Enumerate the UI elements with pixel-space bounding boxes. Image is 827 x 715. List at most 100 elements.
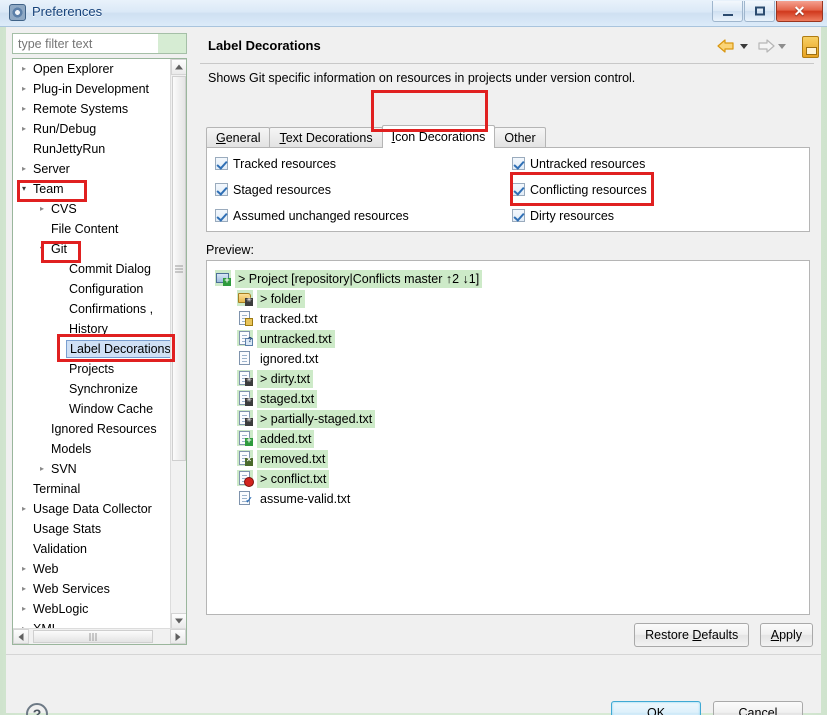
- tab-icon-decorations[interactable]: Icon Decorations: [381, 125, 496, 148]
- tree-item-server[interactable]: ▸ Server: [13, 159, 171, 179]
- checkbox-checked-icon[interactable]: [512, 209, 525, 222]
- tree-item-validation[interactable]: Validation: [13, 539, 171, 559]
- maximize-button[interactable]: [744, 1, 775, 22]
- tree-item-label: RunJettyRun: [33, 142, 106, 156]
- scroll-right-arrow-icon[interactable]: [170, 629, 186, 644]
- checkbox-checked-icon[interactable]: [512, 157, 525, 170]
- tree-item-history[interactable]: History: [13, 319, 171, 339]
- tree-item-label-decorations[interactable]: Label Decorations: [13, 339, 171, 359]
- checkbox-checked-icon[interactable]: [512, 183, 525, 196]
- preview-label: Preview:: [206, 243, 254, 257]
- chevron-right-icon[interactable]: ▸: [19, 79, 29, 99]
- window-title-bar: Preferences ✕: [0, 0, 827, 27]
- filter-clear-icon[interactable]: [158, 34, 186, 53]
- close-button[interactable]: ✕: [776, 1, 823, 22]
- checkbox-assumed-unchanged-resources[interactable]: Assumed unchanged resources: [215, 209, 409, 223]
- preview-row[interactable]: > Project [repository|Conflicts master ↑…: [207, 269, 809, 289]
- tree-item-projects[interactable]: Projects: [13, 359, 171, 379]
- chevron-right-icon[interactable]: ▸: [37, 459, 47, 479]
- checkbox-conflicting-resources[interactable]: Conflicting resources: [512, 183, 647, 197]
- preview-row[interactable]: tracked.txt: [207, 309, 809, 329]
- tree-item-usage-stats[interactable]: Usage Stats: [13, 519, 171, 539]
- tree-item-runjettyrun[interactable]: RunJettyRun: [13, 139, 171, 159]
- checkbox-untracked-resources[interactable]: Untracked resources: [512, 157, 645, 171]
- checkbox-staged-resources[interactable]: Staged resources: [215, 183, 331, 197]
- tree-item-terminal[interactable]: Terminal: [13, 479, 171, 499]
- scroll-left-arrow-icon[interactable]: [13, 629, 29, 644]
- tree-item-svn[interactable]: ▸ SVN: [13, 459, 171, 479]
- preview-row[interactable]: added.txt: [207, 429, 809, 449]
- preview-row[interactable]: assume-valid.txt: [207, 489, 809, 509]
- checkbox-tracked-resources[interactable]: Tracked resources: [215, 157, 336, 171]
- workbench-side-icon[interactable]: [802, 36, 819, 58]
- help-icon[interactable]: ?: [26, 703, 48, 715]
- tree-item-confirmations[interactable]: Confirmations ,: [13, 299, 171, 319]
- filter-box[interactable]: [12, 33, 187, 54]
- tab-text-decorations[interactable]: Text Decorations: [269, 127, 383, 147]
- chevron-right-icon[interactable]: ▸: [19, 579, 29, 599]
- preview-row[interactable]: ignored.txt: [207, 349, 809, 369]
- preferences-tree[interactable]: ▸ Open Explorer ▸ Plug-in Development ▸ Remot…: [12, 58, 187, 645]
- preview-row[interactable]: > conflict.txt: [207, 469, 809, 489]
- tree-item-web[interactable]: ▸ Web: [13, 559, 171, 579]
- tree-item-window-cache[interactable]: Window Cache: [13, 399, 171, 419]
- chevron-right-icon[interactable]: ▸: [37, 199, 47, 219]
- chevron-right-icon[interactable]: ▸: [19, 599, 29, 619]
- preview-row[interactable]: removed.txt: [207, 449, 809, 469]
- checkbox-dirty-resources[interactable]: Dirty resources: [512, 209, 614, 223]
- checkbox-checked-icon[interactable]: [215, 209, 228, 222]
- tree-item-usage-data-collector[interactable]: ▸ Usage Data Collector: [13, 499, 171, 519]
- preview-row[interactable]: staged.txt: [207, 389, 809, 409]
- restore-defaults-button[interactable]: Restore Defaults: [634, 623, 750, 647]
- tree-item-remote-systems[interactable]: ▸ Remote Systems: [13, 99, 171, 119]
- tree-item-weblogic[interactable]: ▸ WebLogic: [13, 599, 171, 619]
- chevron-right-icon[interactable]: ▸: [19, 59, 29, 79]
- chevron-right-icon[interactable]: ▸: [19, 559, 29, 579]
- minimize-button[interactable]: [712, 1, 743, 22]
- back-dropdown-caret-icon[interactable]: [740, 43, 748, 49]
- preview-tree[interactable]: > Project [repository|Conflicts master ↑…: [206, 260, 810, 615]
- preview-row[interactable]: untracked.txt: [207, 329, 809, 349]
- tree-scroll-thumb[interactable]: [172, 76, 186, 461]
- chevron-right-icon[interactable]: ▸: [19, 99, 29, 119]
- tree-item-team[interactable]: ▾ Team: [13, 179, 171, 199]
- tree-item-configuration[interactable]: Configuration: [13, 279, 171, 299]
- tree-horizontal-scrollbar[interactable]: [13, 628, 186, 644]
- tree-item-git[interactable]: ▾ Git: [13, 239, 171, 259]
- checkbox-checked-icon[interactable]: [215, 183, 228, 196]
- tab-general[interactable]: General: [206, 127, 271, 147]
- tree-item-commit-dialog[interactable]: Commit Dialog: [13, 259, 171, 279]
- tree-item-file-content[interactable]: File Content: [13, 219, 171, 239]
- tree-vertical-scrollbar[interactable]: [170, 59, 186, 629]
- back-arrow-icon[interactable]: [717, 37, 737, 55]
- tree-item-open-explorer[interactable]: ▸ Open Explorer: [13, 59, 171, 79]
- tree-item-synchronize[interactable]: Synchronize: [13, 379, 171, 399]
- tree-item-plug-in-development[interactable]: ▸ Plug-in Development: [13, 79, 171, 99]
- chevron-right-icon[interactable]: ▸: [19, 119, 29, 139]
- chevron-right-icon[interactable]: ▸: [19, 159, 29, 179]
- preview-row[interactable]: > folder: [207, 289, 809, 309]
- scroll-down-arrow-icon[interactable]: [171, 613, 186, 629]
- search-input[interactable]: [13, 34, 160, 53]
- chevron-down-icon[interactable]: ▾: [37, 239, 47, 259]
- tree-item-cvs[interactable]: ▸ CVS: [13, 199, 171, 219]
- ok-button[interactable]: OK: [611, 701, 701, 715]
- tree-item-label: File Content: [51, 222, 119, 236]
- tree-item-web-services[interactable]: ▸ Web Services: [13, 579, 171, 599]
- chevron-right-icon[interactable]: ▸: [19, 499, 29, 519]
- scroll-up-arrow-icon[interactable]: [171, 59, 186, 75]
- forward-dropdown-caret-icon[interactable]: [778, 43, 786, 49]
- tree-item-models[interactable]: Models: [13, 439, 171, 459]
- tree-item-ignored-resources[interactable]: Ignored Resources: [13, 419, 171, 439]
- tree-hscroll-thumb[interactable]: [33, 630, 153, 643]
- preview-row[interactable]: > dirty.txt: [207, 369, 809, 389]
- cancel-button[interactable]: Cancel: [713, 701, 803, 715]
- tab-other[interactable]: Other: [494, 127, 546, 147]
- preview-row[interactable]: > partially-staged.txt: [207, 409, 809, 429]
- chevron-down-icon[interactable]: ▾: [19, 179, 29, 199]
- preferences-content: Label Decorations Shows Git specific inf…: [198, 27, 821, 652]
- file-icon: [237, 410, 253, 426]
- tree-item-run-debug[interactable]: ▸ Run/Debug: [13, 119, 171, 139]
- apply-button[interactable]: Apply: [759, 623, 813, 647]
- checkbox-checked-icon[interactable]: [215, 157, 228, 170]
